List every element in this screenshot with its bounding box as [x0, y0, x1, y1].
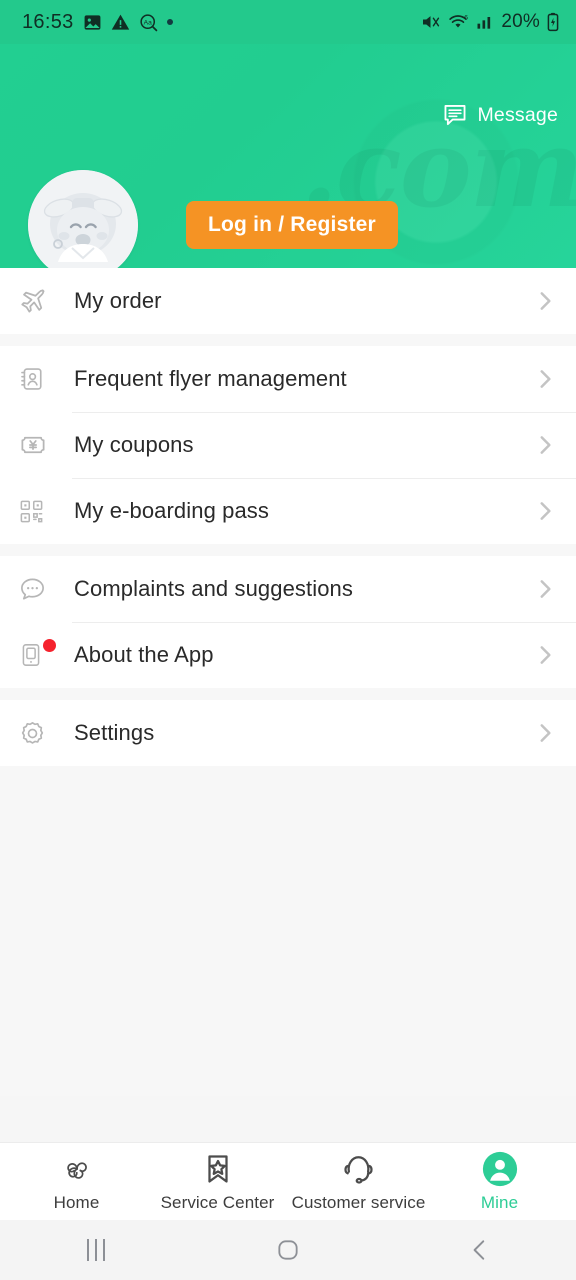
contact-card-icon: [18, 365, 58, 393]
tab-service-center[interactable]: Service Center: [147, 1150, 288, 1213]
system-navigation-bar: [0, 1220, 576, 1280]
battery-percent: 20%: [501, 11, 540, 32]
chevron-right-icon: [532, 366, 558, 392]
message-label: Message: [477, 103, 558, 126]
tab-customer-service[interactable]: Customer service: [288, 1150, 429, 1213]
phone-screen: 16:53 Aa 6 20% Message Log in / Register…: [0, 0, 576, 1280]
status-bar: 16:53 Aa 6 20%: [0, 0, 576, 44]
menu-group-orders: My order: [0, 268, 576, 334]
chevron-right-icon: [532, 432, 558, 458]
chevron-right-icon: [532, 642, 558, 668]
tab-label: Customer service: [291, 1193, 426, 1212]
bottom-tab-bar: Home Service Center Customer service Min…: [0, 1142, 576, 1220]
menu-group-support: Complaints and suggestions About the App: [0, 556, 576, 688]
wifi-generation-label: 6: [465, 15, 469, 22]
spiral-logo-icon: [59, 1150, 95, 1188]
status-bar-left: 16:53 Aa: [22, 11, 173, 34]
menu-group-settings: Settings: [0, 700, 576, 766]
menu-item-label: My coupons: [74, 432, 194, 457]
tab-label: Service Center: [160, 1193, 275, 1212]
coupon-ticket-icon: [18, 430, 58, 460]
speech-bubble-icon: [18, 575, 58, 604]
person-circle-icon: [481, 1150, 519, 1188]
profile-block: Log in / Register: [28, 170, 398, 268]
menu-item-label: My e-boarding pass: [74, 498, 270, 523]
avatar[interactable]: [28, 170, 138, 268]
menu-item-my-order[interactable]: My order: [0, 268, 576, 334]
svg-text:Aa: Aa: [143, 19, 151, 26]
chevron-right-icon: [532, 576, 558, 602]
empty-space: [0, 766, 576, 1096]
message-button[interactable]: Message: [442, 102, 558, 128]
tab-label: Mine: [480, 1193, 519, 1212]
menu-item-my-coupons[interactable]: My coupons: [0, 412, 576, 478]
warning-icon: [111, 14, 129, 30]
wifi-icon: 6: [449, 15, 469, 28]
menu-item-label: About the App: [74, 642, 214, 667]
notification-badge-dot: [43, 639, 56, 652]
chat-bubble-icon: [445, 104, 466, 126]
menu-item-label: Complaints and suggestions: [74, 576, 353, 601]
chevron-right-icon: [532, 498, 558, 524]
group-divider: [0, 688, 576, 700]
back-chevron-icon[interactable]: [432, 1220, 528, 1280]
tab-mine[interactable]: Mine: [429, 1150, 570, 1213]
menu-group-travel: Frequent flyer management My coupons My …: [0, 346, 576, 544]
menu-item-label: My order: [74, 288, 162, 313]
signal-icon: [477, 17, 491, 29]
headset-icon: [341, 1150, 376, 1188]
bookmark-star-icon: [201, 1150, 235, 1188]
recents-icon[interactable]: [48, 1220, 144, 1280]
font-size-icon: Aa: [139, 13, 157, 31]
menu-item-settings[interactable]: Settings: [0, 700, 576, 766]
menu-item-label: Settings: [74, 720, 155, 745]
dot-icon: [166, 19, 173, 25]
mute-icon: [423, 16, 440, 28]
group-divider: [0, 544, 576, 556]
menu-list: My order Frequent flyer management My co…: [0, 268, 576, 1142]
status-bar-right: 6 20%: [420, 11, 560, 33]
gear-icon: [18, 719, 58, 748]
mascot-avatar-icon: [28, 170, 138, 268]
tab-home[interactable]: Home: [6, 1150, 147, 1213]
mobile-app-icon: [18, 639, 58, 668]
home-square-icon[interactable]: [240, 1220, 336, 1280]
menu-item-label: Frequent flyer management: [74, 366, 347, 391]
menu-item-frequent-flyer-management[interactable]: Frequent flyer management: [0, 346, 576, 412]
qr-code-icon: [18, 498, 58, 525]
image-icon: [84, 14, 100, 30]
chevron-right-icon: [532, 720, 558, 746]
airplane-icon: [18, 286, 58, 316]
group-divider: [0, 334, 576, 346]
menu-item-about-the-app[interactable]: About the App: [0, 622, 576, 688]
battery-charging-icon: [547, 12, 559, 32]
menu-item-complaints-and-suggestions[interactable]: Complaints and suggestions: [0, 556, 576, 622]
chevron-right-icon: [532, 288, 558, 314]
tab-label: Home: [53, 1193, 100, 1212]
menu-item-my-e-boarding-pass[interactable]: My e-boarding pass: [0, 478, 576, 544]
status-time: 16:53: [22, 10, 74, 33]
login-register-button[interactable]: Log in / Register: [186, 201, 398, 249]
profile-header: .com Message: [0, 44, 576, 268]
